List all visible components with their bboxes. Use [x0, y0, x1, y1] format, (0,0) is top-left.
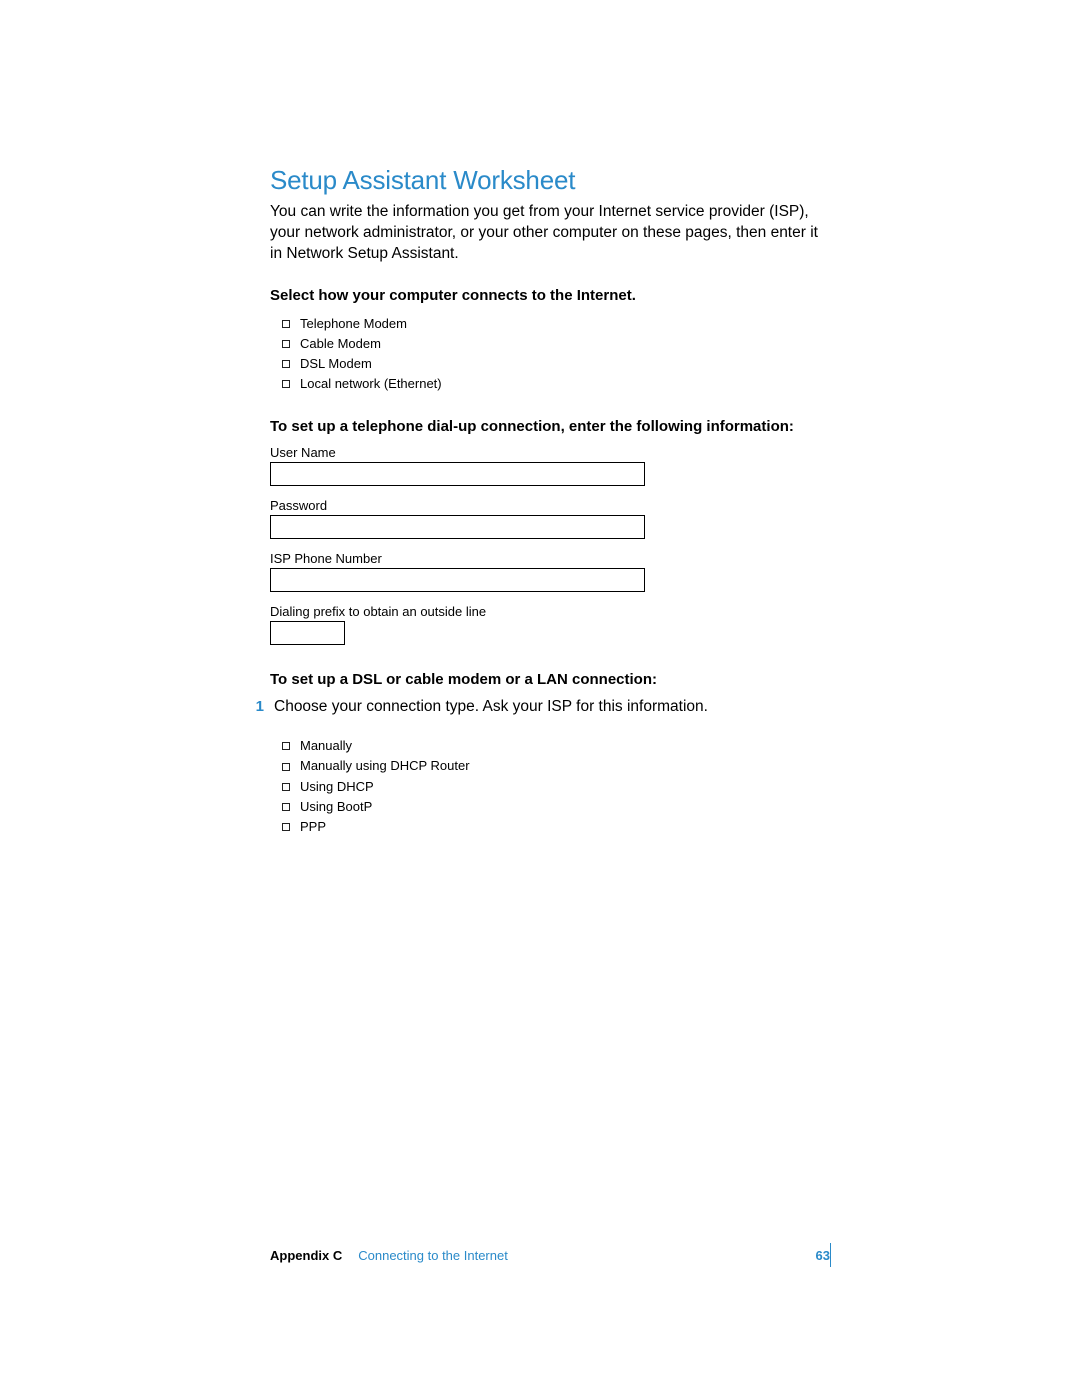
page-footer: Appendix C Connecting to the Internet 63 — [270, 1248, 830, 1263]
intro-paragraph: You can write the information you get fr… — [270, 202, 830, 265]
password-input[interactable] — [270, 515, 645, 539]
list-item-label: Using DHCP — [300, 777, 374, 797]
dialing-prefix-label: Dialing prefix to obtain an outside line — [270, 604, 830, 619]
checkbox-icon[interactable] — [282, 823, 290, 831]
username-label: User Name — [270, 445, 830, 460]
footer-appendix: Appendix C — [270, 1248, 342, 1263]
checkbox-icon[interactable] — [282, 340, 290, 348]
connection-type-list: Telephone Modem Cable Modem DSL Modem Lo… — [282, 314, 830, 395]
list-item-label: Manually using DHCP Router — [300, 756, 470, 776]
section3-heading: To set up a DSL or cable modem or a LAN … — [270, 671, 830, 688]
isp-phone-label: ISP Phone Number — [270, 551, 830, 566]
list-item: Manually using DHCP Router — [282, 756, 830, 776]
checkbox-icon[interactable] — [282, 803, 290, 811]
list-item-label: Telephone Modem — [300, 314, 407, 334]
checkbox-icon[interactable] — [282, 380, 290, 388]
section1-heading: Select how your computer connects to the… — [270, 287, 830, 304]
list-item: Using DHCP — [282, 777, 830, 797]
footer-chapter: Connecting to the Internet — [358, 1248, 508, 1263]
username-input[interactable] — [270, 462, 645, 486]
list-item-label: Cable Modem — [300, 334, 381, 354]
list-item: Manually — [282, 736, 830, 756]
isp-phone-input[interactable] — [270, 568, 645, 592]
page-title: Setup Assistant Worksheet — [270, 165, 830, 196]
section2-heading: To set up a telephone dial-up connection… — [270, 418, 830, 435]
list-item: PPP — [282, 817, 830, 837]
list-item: Cable Modem — [282, 334, 830, 354]
list-item-label: Using BootP — [300, 797, 372, 817]
step-text: Choose your connection type. Ask your IS… — [274, 698, 708, 716]
list-item-label: Manually — [300, 736, 352, 756]
step-number: 1 — [252, 698, 264, 715]
list-item: Using BootP — [282, 797, 830, 817]
list-item-label: DSL Modem — [300, 354, 372, 374]
footer-page-number: 63 — [816, 1248, 830, 1263]
dialing-prefix-input[interactable] — [270, 621, 345, 645]
list-item-label: PPP — [300, 817, 326, 837]
checkbox-icon[interactable] — [282, 783, 290, 791]
step-1: 1 Choose your connection type. Ask your … — [270, 698, 830, 716]
list-item: DSL Modem — [282, 354, 830, 374]
list-item: Telephone Modem — [282, 314, 830, 334]
checkbox-icon[interactable] — [282, 763, 290, 771]
list-item-label: Local network (Ethernet) — [300, 374, 442, 394]
checkbox-icon[interactable] — [282, 742, 290, 750]
list-item: Local network (Ethernet) — [282, 374, 830, 394]
password-label: Password — [270, 498, 830, 513]
checkbox-icon[interactable] — [282, 360, 290, 368]
footer-divider — [830, 1243, 832, 1267]
connection-method-list: Manually Manually using DHCP Router Usin… — [282, 736, 830, 837]
checkbox-icon[interactable] — [282, 320, 290, 328]
